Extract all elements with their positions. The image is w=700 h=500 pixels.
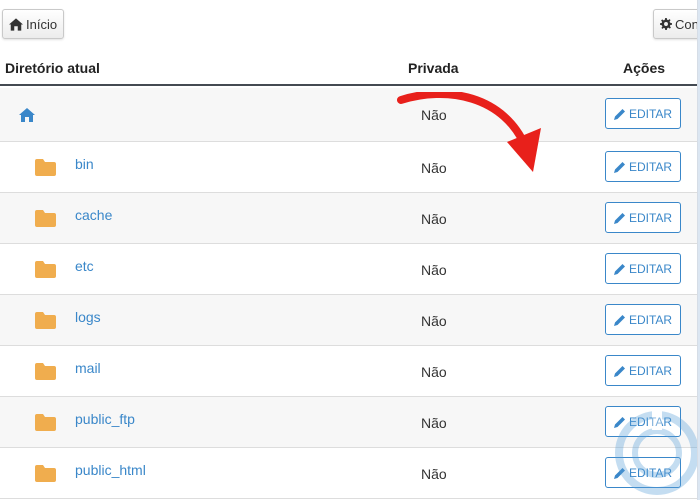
directory-name[interactable]: public_ftp [75,411,135,427]
table-row: logs Não EDITAR [0,295,697,346]
directory-name[interactable]: bin [75,156,94,172]
edit-button-label: EDITAR [628,312,673,327]
directory-name[interactable]: etc [75,258,94,274]
directory-name[interactable]: cache [75,207,112,223]
directory-privacy-panel: Início Con Diretório atual Privada Ações… [0,0,698,500]
private-status: Não [421,364,447,380]
directory-name[interactable]: logs [75,309,101,325]
table-row: public_ftp Não EDITAR [0,397,697,448]
folder-icon [35,363,56,385]
edit-button[interactable]: EDITAR [605,202,681,233]
folder-icon [35,210,56,232]
private-status: Não [421,262,447,278]
pencil-icon [613,108,625,120]
config-button-label: Con [675,16,698,32]
home-icon [9,17,23,31]
edit-button[interactable]: EDITAR [605,253,681,284]
private-status: Não [421,211,447,227]
gear-icon [660,18,672,30]
table-row: Não EDITAR [0,88,697,142]
private-status: Não [421,415,447,431]
pencil-icon [613,263,625,275]
pencil-icon [613,314,625,326]
table-row: cache Não EDITAR [0,193,697,244]
edit-button-label: EDITAR [628,159,673,174]
pencil-icon [613,365,625,377]
edit-button[interactable]: EDITAR [605,355,681,386]
header-private: Privada [408,60,459,76]
home-button[interactable]: Início [2,9,64,39]
edit-button-label: EDITAR [628,261,673,276]
folder-icon [35,414,56,436]
home-icon[interactable] [19,108,35,127]
directory-table: Não EDITAR bin Não EDITAR cache Não EDIT… [0,88,697,499]
folder-icon [35,261,56,283]
annotation-arrow-icon [397,92,541,172]
table-row: mail Não EDITAR [0,346,697,397]
edit-button-label: EDITAR [628,210,673,225]
edit-button[interactable]: EDITAR [605,304,681,335]
pencil-icon [613,161,625,173]
private-status: Não [421,313,447,329]
edit-button[interactable]: EDITAR [605,98,681,129]
table-header: Diretório atual Privada Ações [0,52,697,86]
folder-icon [35,312,56,334]
folder-icon [35,465,56,487]
edit-button-label: EDITAR [628,106,673,121]
header-directory: Diretório atual [5,60,100,76]
header-actions: Ações [623,60,666,76]
table-row: public_html Não EDITAR [0,448,697,499]
private-status: Não [421,466,447,482]
home-button-label: Início [26,16,58,32]
table-row: bin Não EDITAR [0,142,697,193]
config-button[interactable]: Con [653,9,698,39]
table-row: etc Não EDITAR [0,244,697,295]
pencil-icon [613,212,625,224]
directory-name[interactable]: mail [75,360,101,376]
watermark-logo-icon [615,410,697,495]
folder-icon [35,159,56,181]
edit-button-label: EDITAR [628,363,673,378]
edit-button[interactable]: EDITAR [605,151,681,182]
directory-name[interactable]: public_html [75,462,146,478]
